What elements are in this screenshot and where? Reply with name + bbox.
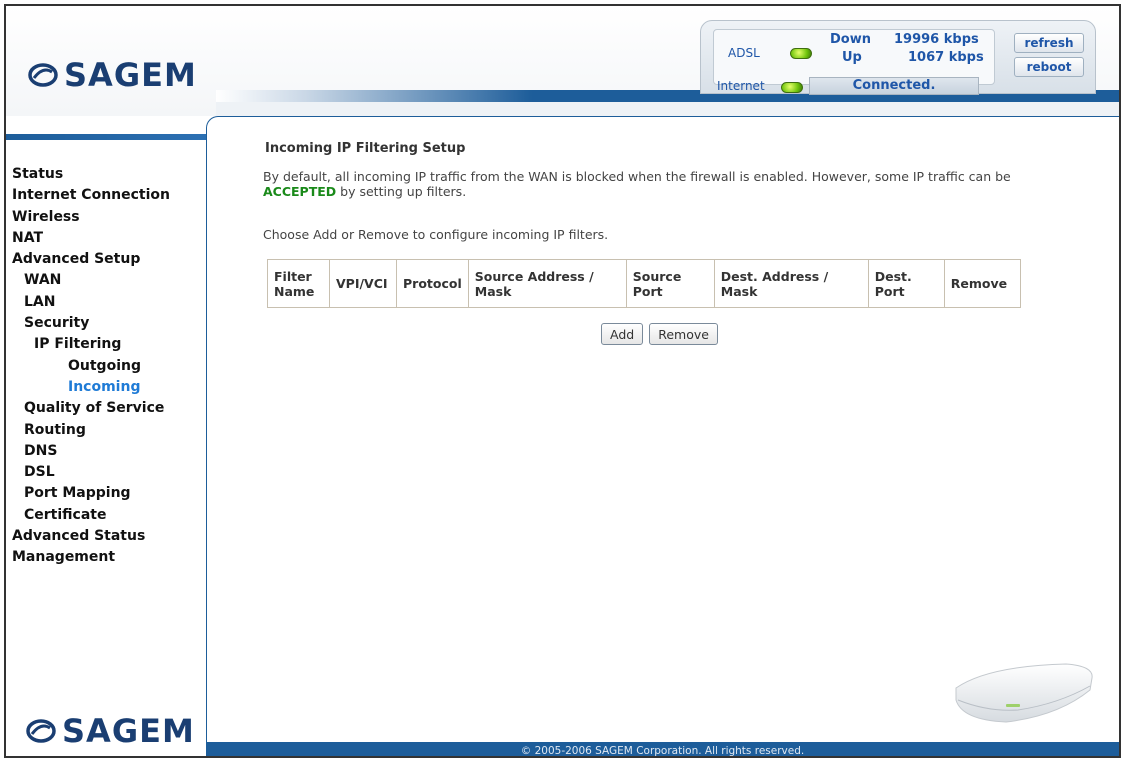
- sidebar-item-internet-connection[interactable]: Internet Connection: [12, 185, 170, 206]
- sidebar-item-dsl[interactable]: DSL: [12, 462, 170, 483]
- sidebar-item-port-mapping[interactable]: Port Mapping: [12, 483, 170, 504]
- instruction-text: Choose Add or Remove to configure incomi…: [263, 227, 609, 242]
- page-title: Incoming IP Filtering Setup: [265, 141, 466, 156]
- down-speed: 19996 kbps: [894, 32, 979, 47]
- sidebar-nav: Status Internet Connection Wireless NAT Adva…: [12, 164, 170, 569]
- adsl-label: ADSL: [728, 46, 760, 60]
- sidebar-stripe: [6, 134, 206, 140]
- refresh-button[interactable]: refresh: [1014, 33, 1084, 53]
- description-text: By default, all incoming IP traffic from…: [263, 169, 1063, 199]
- reboot-button[interactable]: reboot: [1014, 57, 1084, 77]
- filters-table: Filter Name VPI/VCI Protocol Source Addr…: [267, 259, 1021, 308]
- sagem-logo-bottom: SAGEM: [26, 712, 195, 750]
- header: SAGEM ADSL Down 19996 kbps Up 1067 kbps …: [6, 6, 1119, 116]
- up-label: Up: [842, 50, 862, 65]
- accepted-keyword: ACCEPTED: [263, 184, 337, 199]
- sidebar-item-quality-of-service[interactable]: Quality of Service: [12, 398, 170, 419]
- sidebar-item-management[interactable]: Management: [12, 547, 170, 568]
- sidebar-item-outgoing[interactable]: Outgoing: [12, 356, 170, 377]
- brand-name: SAGEM: [64, 56, 197, 94]
- col-dest-port: Dest. Port: [867, 259, 945, 308]
- sidebar-item-advanced-setup[interactable]: Advanced Setup: [12, 249, 170, 270]
- footer: © 2005-2006 SAGEM Corporation. All right…: [206, 742, 1119, 756]
- up-speed: 1067 kbps: [908, 50, 984, 65]
- sidebar-item-lan[interactable]: LAN: [12, 292, 170, 313]
- brand-name-bottom: SAGEM: [62, 712, 195, 750]
- router-device-icon: [955, 663, 1093, 723]
- adsl-led-icon: [790, 48, 812, 59]
- sidebar-item-wan[interactable]: WAN: [12, 270, 170, 291]
- sidebar-item-advanced-status[interactable]: Advanced Status: [12, 526, 170, 547]
- sagem-logo-icon: [28, 63, 58, 87]
- sidebar-item-nat[interactable]: NAT: [12, 228, 170, 249]
- description-part1: By default, all incoming IP traffic from…: [263, 169, 1011, 184]
- content-panel: Incoming IP Filtering Setup By default, …: [206, 116, 1119, 742]
- sidebar: Status Internet Connection Wireless NAT Adva…: [6, 116, 206, 756]
- down-label: Down: [830, 32, 871, 47]
- app-window: SAGEM ADSL Down 19996 kbps Up 1067 kbps …: [4, 4, 1121, 758]
- header-stripe-lower: [216, 102, 1119, 116]
- col-filter-name: Filter Name: [267, 259, 330, 308]
- col-vpi-vci: VPI/VCI: [329, 259, 397, 308]
- connection-status-panel: ADSL Down 19996 kbps Up 1067 kbps Intern…: [700, 20, 1096, 95]
- remove-button[interactable]: Remove: [649, 323, 718, 345]
- col-protocol: Protocol: [396, 259, 469, 308]
- sidebar-item-ip-filtering[interactable]: IP Filtering: [12, 334, 170, 355]
- sidebar-item-incoming[interactable]: Incoming: [12, 377, 170, 398]
- sagem-logo-bottom-icon: [26, 719, 56, 743]
- col-source-address: Source Address / Mask: [467, 259, 627, 308]
- internet-label: Internet: [717, 79, 765, 93]
- sidebar-item-status[interactable]: Status: [12, 164, 170, 185]
- table-header-row: Filter Name VPI/VCI Protocol Source Addr…: [267, 259, 1021, 308]
- internet-led-icon: [781, 82, 803, 93]
- sidebar-item-certificate[interactable]: Certificate: [12, 505, 170, 526]
- col-source-port: Source Port: [625, 259, 715, 308]
- sidebar-item-routing[interactable]: Routing: [12, 420, 170, 441]
- col-dest-address: Dest. Address / Mask: [713, 259, 869, 308]
- sidebar-item-wireless[interactable]: Wireless: [12, 207, 170, 228]
- action-buttons: Add Remove: [601, 323, 718, 345]
- sidebar-item-security[interactable]: Security: [12, 313, 170, 334]
- connection-status: Connected.: [809, 77, 979, 95]
- sidebar-item-dns[interactable]: DNS: [12, 441, 170, 462]
- description-part2: by setting up filters.: [340, 184, 467, 199]
- col-remove: Remove: [943, 259, 1021, 308]
- sagem-logo: SAGEM: [28, 56, 197, 94]
- add-button[interactable]: Add: [601, 323, 644, 345]
